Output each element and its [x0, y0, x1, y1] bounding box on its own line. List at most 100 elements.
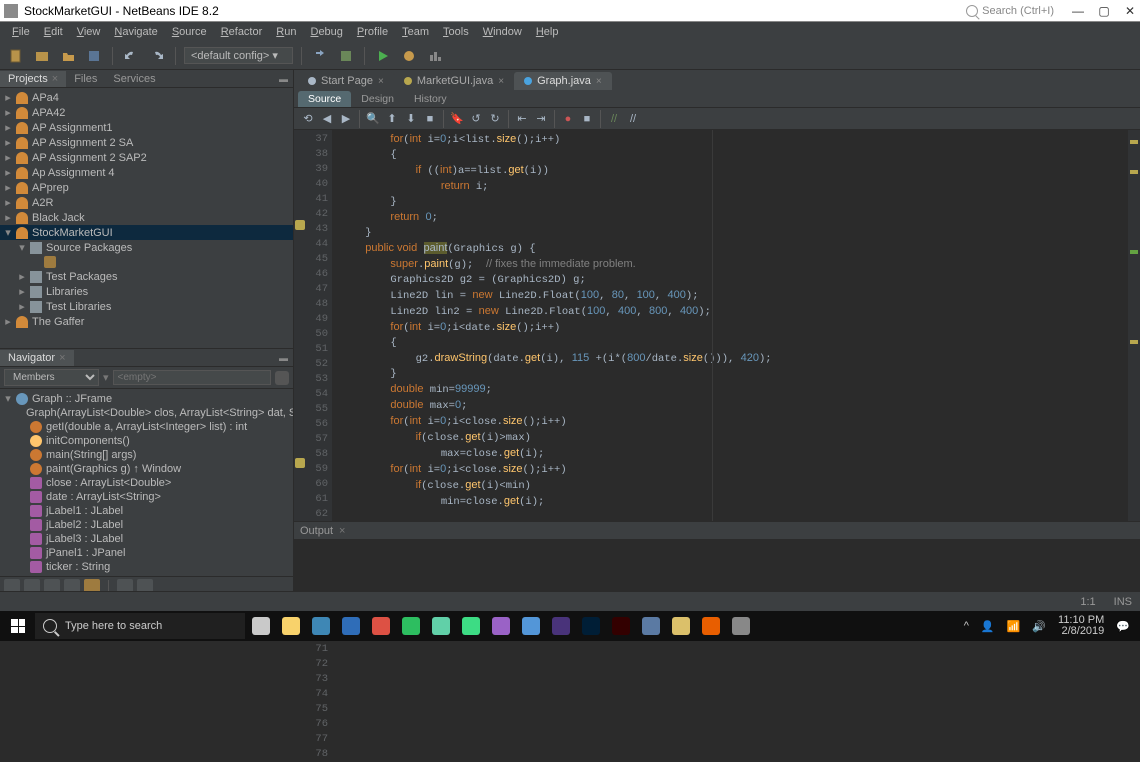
navigator-node[interactable]: jLabel2 : JLabel: [0, 518, 293, 532]
taskbar-app-ai[interactable]: [606, 612, 636, 640]
navigator-node[interactable]: ticker : String: [0, 560, 293, 574]
taskbar-app-netbeans[interactable]: [636, 612, 666, 640]
menu-edit[interactable]: Edit: [38, 24, 69, 40]
tb-prev[interactable]: ⬆: [384, 111, 400, 127]
minimize-nav-icon[interactable]: ▬: [279, 353, 289, 363]
taskbar-app-ps[interactable]: [576, 612, 606, 640]
navigator-filter-input[interactable]: [113, 370, 271, 385]
taskbar-app-evernote[interactable]: [396, 612, 426, 640]
project-node[interactable]: ▾StockMarketGUI: [0, 225, 293, 240]
navigator-node[interactable]: main(String[] args): [0, 448, 293, 462]
tb-macro-rec[interactable]: ●: [560, 111, 576, 127]
src-tab-history[interactable]: History: [404, 91, 457, 107]
undo-button[interactable]: [121, 46, 141, 66]
navigator-node[interactable]: date : ArrayList<String>: [0, 490, 293, 504]
tray-notifications-icon[interactable]: 💬: [1116, 620, 1130, 633]
tb-bookmark[interactable]: 🔖: [449, 111, 465, 127]
taskbar-app-chrome[interactable]: [366, 612, 396, 640]
config-selector[interactable]: <default config> ▾: [184, 47, 293, 64]
left-tab-files[interactable]: Files: [66, 71, 105, 87]
project-node[interactable]: ▸AP Assignment 2 SAP2: [0, 150, 293, 165]
tray-people-icon[interactable]: 👤: [981, 620, 995, 633]
minimize-button[interactable]: —: [1072, 5, 1084, 17]
maximize-button[interactable]: ▢: [1098, 5, 1110, 17]
debug-button[interactable]: [399, 46, 419, 66]
project-node[interactable]: ▸Ap Assignment 4: [0, 165, 293, 180]
tb-last-edit[interactable]: ⟲: [300, 111, 316, 127]
taskbar-app-vlc[interactable]: [696, 612, 726, 640]
src-tab-source[interactable]: Source: [298, 91, 351, 107]
navigator-node[interactable]: Graph(ArrayList<Double> clos, ArrayList<…: [0, 406, 293, 420]
profile-button[interactable]: [425, 46, 445, 66]
taskbar-app-store[interactable]: [306, 612, 336, 640]
taskbar-app-app-a[interactable]: [516, 612, 546, 640]
open-button[interactable]: [58, 46, 78, 66]
project-node[interactable]: ▸A2R: [0, 195, 293, 210]
project-node[interactable]: ▸The Gaffer: [0, 314, 293, 329]
navigator-node[interactable]: jPanel1 : JPanel: [0, 546, 293, 560]
tb-highlight[interactable]: ■: [422, 111, 438, 127]
redo-button[interactable]: [147, 46, 167, 66]
tb-next[interactable]: ⬇: [403, 111, 419, 127]
project-node[interactable]: ▸APprep: [0, 180, 293, 195]
project-node[interactable]: ▸Test Packages: [0, 269, 293, 284]
taskbar-app-eclipse[interactable]: [546, 612, 576, 640]
left-tab-projects[interactable]: Projects×: [0, 71, 66, 87]
project-node[interactable]: ▸Black Jack: [0, 210, 293, 225]
navigator-mode-select[interactable]: Members: [4, 369, 99, 386]
taskbar-app-mail[interactable]: [336, 612, 366, 640]
code-editor[interactable]: 37 38 39 40 41 42 43 44 45 46 47 48 49 5…: [294, 130, 1140, 521]
navigator-node[interactable]: jLabel1 : JLabel: [0, 504, 293, 518]
navigator-node[interactable]: close : ArrayList<Double>: [0, 476, 293, 490]
src-tab-design[interactable]: Design: [351, 91, 404, 107]
global-search[interactable]: Search (Ctrl+I): [966, 5, 1054, 17]
project-node[interactable]: [0, 255, 293, 269]
menu-run[interactable]: Run: [270, 24, 302, 40]
glyph-gutter[interactable]: [294, 130, 306, 521]
tray-volume-icon[interactable]: 🔊: [1032, 620, 1046, 633]
taskbar-app-file-explorer[interactable]: [276, 612, 306, 640]
navigator-node[interactable]: getI(double a, ArrayList<Integer> list) …: [0, 420, 293, 434]
tb-shift-l[interactable]: ⇤: [514, 111, 530, 127]
project-node[interactable]: ▸Test Libraries: [0, 299, 293, 314]
project-node[interactable]: ▸APA42: [0, 105, 293, 120]
tb-prev-bm[interactable]: ↺: [468, 111, 484, 127]
menu-debug[interactable]: Debug: [304, 24, 348, 40]
menu-source[interactable]: Source: [166, 24, 213, 40]
minimize-panel-icon[interactable]: ▬: [279, 74, 289, 84]
tb-find-sel[interactable]: 🔍: [365, 111, 381, 127]
output-tab[interactable]: Output×: [294, 521, 1140, 539]
line-number-gutter[interactable]: 37 38 39 40 41 42 43 44 45 46 47 48 49 5…: [306, 130, 332, 521]
new-project-button[interactable]: [32, 46, 52, 66]
navigator-node[interactable]: jLabel3 : JLabel: [0, 532, 293, 546]
file-tab[interactable]: Start Page×: [298, 72, 394, 90]
navigator-node[interactable]: ▾Graph :: JFrame: [0, 391, 293, 406]
new-file-button[interactable]: [6, 46, 26, 66]
system-tray[interactable]: ^ 👤 📶 🔊 11:10 PM2/8/2019 💬: [964, 615, 1138, 637]
tb-macro-stop[interactable]: ■: [579, 111, 595, 127]
menu-tools[interactable]: Tools: [437, 24, 475, 40]
file-tab[interactable]: Graph.java×: [514, 72, 612, 90]
project-node[interactable]: ▸Libraries: [0, 284, 293, 299]
tb-uncomment[interactable]: //: [625, 111, 641, 127]
taskbar-app-app-b[interactable]: [666, 612, 696, 640]
taskbar-clock[interactable]: 11:10 PM2/8/2019: [1058, 615, 1104, 637]
projects-tree[interactable]: ▸APa4▸APA42▸AP Assignment1▸AP Assignment…: [0, 88, 293, 348]
start-button[interactable]: [2, 611, 34, 641]
taskbar-app-speaker[interactable]: [726, 612, 756, 640]
taskbar-app-task-view[interactable]: [246, 612, 276, 640]
tray-wifi-icon[interactable]: 📶: [1007, 620, 1021, 633]
menu-help[interactable]: Help: [530, 24, 565, 40]
project-node[interactable]: ▸AP Assignment 2 SA: [0, 135, 293, 150]
code-content[interactable]: for(int i=0;i<list.size();i++) { if ((in…: [332, 130, 1128, 521]
project-node[interactable]: ▸APa4: [0, 90, 293, 105]
tb-shift-r[interactable]: ⇥: [533, 111, 549, 127]
menu-view[interactable]: View: [71, 24, 107, 40]
menu-team[interactable]: Team: [396, 24, 435, 40]
navigator-node[interactable]: initComponents(): [0, 434, 293, 448]
left-tab-services[interactable]: Services: [105, 71, 163, 87]
clean-build-button[interactable]: [336, 46, 356, 66]
taskbar-app-equalizer[interactable]: [426, 612, 456, 640]
run-button[interactable]: [373, 46, 393, 66]
tb-fwd[interactable]: ▶: [338, 111, 354, 127]
